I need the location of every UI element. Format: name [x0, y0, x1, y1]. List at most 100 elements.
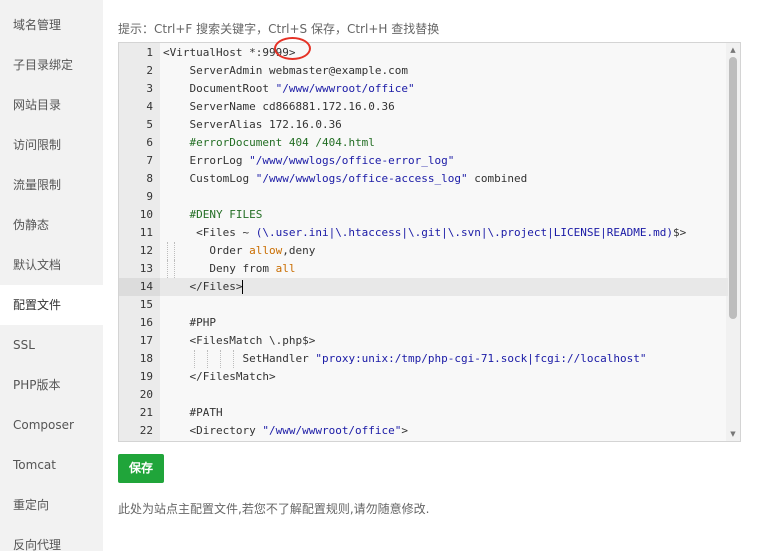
line-number: 20	[139, 388, 153, 401]
code-line[interactable]: 20	[119, 386, 728, 404]
sidebar-item-11[interactable]: Composer	[0, 405, 103, 445]
line-code: ErrorLog "/www/wwwlogs/office-error_log"	[160, 152, 728, 170]
code-line[interactable]: 15	[119, 296, 728, 314]
sidebar-item-9[interactable]: SSL	[0, 325, 103, 365]
line-code: </FilesMatch>	[160, 368, 728, 386]
code-token: all	[275, 262, 296, 275]
code-line[interactable]: 5 ServerAlias 172.16.0.36	[119, 116, 728, 134]
line-code: <VirtualHost *:9999>	[160, 44, 728, 62]
scroll-down-arrow-icon[interactable]: ▼	[726, 427, 740, 441]
indent-guide	[167, 260, 168, 278]
code-line[interactable]: 3 DocumentRoot "/www/wwwroot/office"	[119, 80, 728, 98]
code-line[interactable]: 17 <FilesMatch \.php$>	[119, 332, 728, 350]
sidebar-item-14[interactable]: 反向代理	[0, 525, 103, 551]
indent-guide	[174, 260, 175, 278]
line-code: #PHP	[160, 314, 728, 332]
line-number: 12	[139, 244, 153, 257]
line-number: 17	[139, 334, 153, 347]
editor-vertical-scrollbar[interactable]: ▲ ▼	[726, 43, 740, 441]
code-line[interactable]: 13 Deny from all	[119, 260, 728, 278]
code-line[interactable]: 16 #PHP	[119, 314, 728, 332]
annotation-circle	[274, 37, 311, 60]
code-token: "/www/wwwlogs/office-error_log"	[249, 154, 455, 167]
scrollbar-thumb[interactable]	[729, 57, 737, 319]
code-token: ServerName cd866881.172.16.0.36	[163, 100, 395, 113]
code-token: combined	[467, 172, 528, 185]
sidebar-item-10[interactable]: PHP版本	[0, 365, 103, 405]
indent-guide	[220, 350, 221, 368]
code-line[interactable]: 10 #DENY FILES	[119, 206, 728, 224]
line-number: 21	[139, 406, 153, 419]
sidebar-item-12[interactable]: Tomcat	[0, 445, 103, 485]
code-token: <Directory	[163, 424, 263, 437]
line-number: 15	[139, 298, 153, 311]
code-token: #PATH	[163, 406, 223, 419]
code-line[interactable]: 9	[119, 188, 728, 206]
sidebar-item-8[interactable]: 配置文件	[0, 285, 103, 325]
line-code: ServerAdmin webmaster@example.com	[160, 62, 728, 80]
line-code	[160, 386, 728, 404]
indent-guide	[167, 242, 168, 260]
line-code: DocumentRoot "/www/wwwroot/office"	[160, 80, 728, 98]
scroll-up-arrow-icon[interactable]: ▲	[726, 43, 740, 57]
code-line[interactable]: 6 #errorDocument 404 /404.html	[119, 134, 728, 152]
line-number: 9	[146, 190, 153, 203]
sidebar-item-13[interactable]: 重定向	[0, 485, 103, 525]
sidebar-item-1[interactable]: 域名管理	[0, 5, 103, 45]
code-line[interactable]: 14 </Files>	[119, 278, 728, 296]
sidebar-item-5[interactable]: 流量限制	[0, 165, 103, 205]
code-line[interactable]: 21 #PATH	[119, 404, 728, 422]
code-token: <Files ~	[163, 226, 256, 239]
indent-guide	[233, 350, 234, 368]
code-token: ServerAlias 172.16.0.36	[163, 118, 342, 131]
code-token: </FilesMatch>	[163, 370, 276, 383]
sidebar-item-7[interactable]: 默认文档	[0, 245, 103, 285]
code-token: Deny from	[163, 262, 276, 275]
line-code: Order allow,deny	[160, 242, 728, 260]
config-editor[interactable]: ▲ ▼ 1 <VirtualHost *:9999> 2 ServerAdmin w…	[118, 42, 741, 442]
line-code: SetHandler "proxy:unix:/tmp/php-cgi-71.s…	[160, 350, 728, 368]
code-line[interactable]: 2 ServerAdmin webmaster@example.com	[119, 62, 728, 80]
line-code	[160, 188, 728, 206]
code-token: "/www/wwwlogs/office-access_log"	[255, 172, 468, 185]
line-number: 5	[146, 118, 153, 131]
shortcut-hint: 提示：Ctrl+F 搜索关键字，Ctrl+S 保存，Ctrl+H 查找替换	[118, 22, 440, 36]
line-number: 18	[139, 352, 153, 365]
line-code: </Files>	[160, 278, 728, 296]
sidebar-item-6[interactable]: 伪静态	[0, 205, 103, 245]
line-code: #DENY FILES	[160, 206, 728, 224]
line-code: CustomLog "/www/wwwlogs/office-access_lo…	[160, 170, 728, 188]
save-button[interactable]: 保存	[118, 454, 164, 483]
sidebar-item-2[interactable]: 子目录绑定	[0, 45, 103, 85]
code-line[interactable]: 22 <Directory "/www/wwwroot/office">	[119, 422, 728, 440]
line-code: <Directory "/www/wwwroot/office">	[160, 422, 728, 440]
line-number: 22	[139, 424, 153, 437]
code-token: #errorDocument 404 /404.html	[189, 136, 375, 149]
code-token: SetHandler	[163, 352, 316, 365]
code-line[interactable]: 8 CustomLog "/www/wwwlogs/office-access_…	[119, 170, 728, 188]
line-number: 2	[146, 64, 153, 77]
code-token: (\.user.ini|\.htaccess|\.git|\.svn|\.pro…	[255, 226, 673, 239]
line-number: 6	[146, 136, 153, 149]
line-code: <Files ~ (\.user.ini|\.htaccess|\.git|\.…	[160, 224, 728, 242]
code-token: <FilesMatch \.php$>	[163, 334, 316, 347]
code-line[interactable]: 18 SetHandler "proxy:unix:/tmp/php-cgi-7…	[119, 350, 728, 368]
code-line[interactable]: 1 <VirtualHost *:9999>	[119, 44, 728, 62]
code-token: >	[401, 424, 409, 437]
sidebar-item-3[interactable]: 网站目录	[0, 85, 103, 125]
indent-guide	[174, 242, 175, 260]
code-line[interactable]: 12 Order allow,deny	[119, 242, 728, 260]
code-token: ServerAdmin webmaster@example.com	[163, 64, 409, 77]
code-token: #DENY FILES	[189, 208, 263, 221]
line-number: 4	[146, 100, 153, 113]
line-number: 19	[139, 370, 153, 383]
code-token: ,deny	[282, 244, 316, 257]
code-line[interactable]: 19 </FilesMatch>	[119, 368, 728, 386]
code-line[interactable]: 4 ServerName cd866881.172.16.0.36	[119, 98, 728, 116]
code-line[interactable]: 11 <Files ~ (\.user.ini|\.htaccess|\.git…	[119, 224, 728, 242]
code-line[interactable]: 7 ErrorLog "/www/wwwlogs/office-error_lo…	[119, 152, 728, 170]
sidebar-item-4[interactable]: 访问限制	[0, 125, 103, 165]
code-token: $>	[672, 226, 687, 239]
line-number: 1	[146, 46, 153, 59]
line-code: <FilesMatch \.php$>	[160, 332, 728, 350]
